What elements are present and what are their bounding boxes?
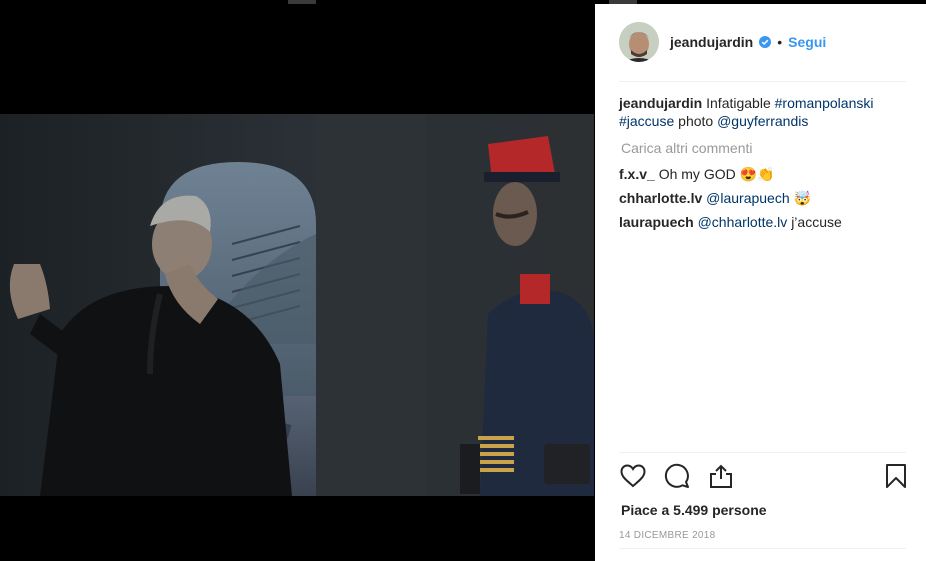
divider [619,452,906,453]
separator-dot: • [777,34,783,50]
follow-button[interactable]: Segui [788,34,826,50]
comment-item: laurapuech @chharlotte.lv j’accuse [619,214,842,230]
comment-item: f.x.v_ Oh my GOD 😍👏 [619,166,774,183]
post-date[interactable]: 14 DICEMBRE 2018 [619,530,716,541]
mention-link[interactable]: @laurapuech [706,190,790,206]
post-header: jeandujardin • Segui [619,22,906,62]
load-more-comments-button[interactable]: Carica altri commenti [621,140,752,156]
like-button[interactable] [619,462,647,490]
divider [619,81,906,82]
avatar-image [619,22,659,62]
bookmark-icon [886,464,906,488]
hashtag-link[interactable]: #romanpolanski [775,95,874,111]
comment-username[interactable]: laurapuech [619,214,694,230]
caption-username[interactable]: jeandujardin [619,95,702,111]
share-button[interactable] [707,462,735,490]
comment-text: Oh my GOD 😍👏 [658,166,775,182]
post-actions [619,462,906,492]
comment-username[interactable]: f.x.v_ [619,166,655,182]
caption-text: Infatigable [706,95,771,111]
divider [619,548,906,549]
hashtag-link[interactable]: #jaccuse [619,113,674,129]
comment-item: chharlotte.lv @laurapuech 🤯 [619,190,811,207]
likes-count[interactable]: Piace a 5.499 persone [621,502,767,518]
comment-icon [664,463,689,488]
top-divider-marker [288,0,316,4]
comment-text: 🤯 [793,190,811,206]
save-button[interactable] [882,462,910,490]
heart-icon [620,464,646,488]
verified-badge-icon [759,36,772,48]
caption-text: photo [678,113,714,129]
comment-button[interactable] [663,462,691,490]
avatar[interactable] [619,22,659,62]
post-details-panel: jeandujardin • Segui jeandujardin Infati… [595,4,926,561]
post-username[interactable]: jeandujardin [670,34,753,50]
post-caption: jeandujardin Infatigable #romanpolanski … [619,94,906,130]
photo-scene [0,114,594,496]
post-photo[interactable] [0,114,594,496]
top-divider-marker [609,0,637,4]
mention-link[interactable]: @guyferrandis [717,113,808,129]
share-icon [710,464,732,488]
post-media [0,0,594,561]
comment-text: j’accuse [791,214,842,230]
comment-username[interactable]: chharlotte.lv [619,190,702,206]
mention-link[interactable]: @chharlotte.lv [698,214,788,230]
